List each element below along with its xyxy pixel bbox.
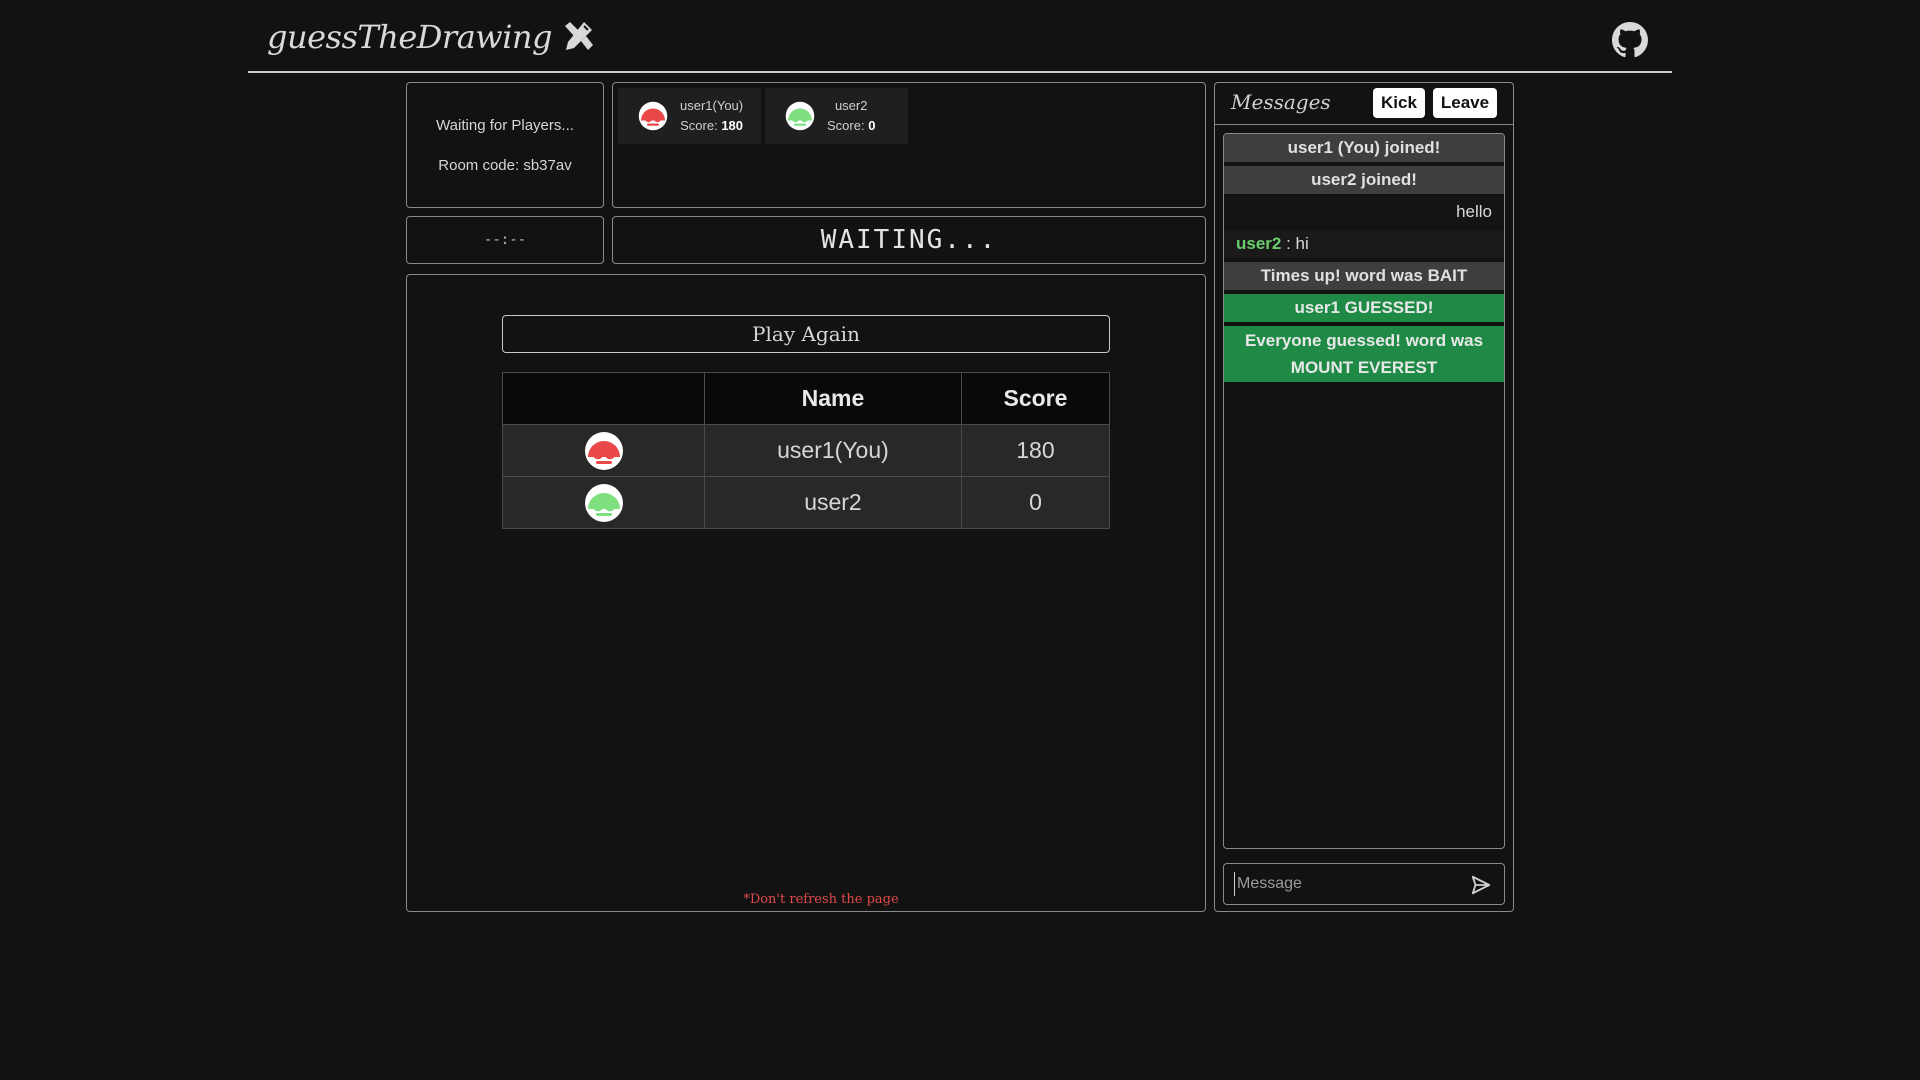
- message-input[interactable]: [1234, 872, 1459, 896]
- message-item: user1 (You) joined!: [1224, 134, 1504, 162]
- kick-button[interactable]: Kick: [1373, 88, 1425, 118]
- player-name: user1(You): [680, 98, 744, 113]
- game-area: Play Again Name Score user1(You) 180 use…: [406, 274, 1206, 912]
- player-score: Score: 0: [827, 118, 876, 133]
- player-score: Score: 180: [680, 118, 744, 133]
- player-chip: user2 Score: 0: [765, 88, 908, 144]
- play-again-button[interactable]: Play Again: [502, 315, 1110, 353]
- message-list[interactable]: user1 (You) joined! user2 joined! hello …: [1223, 133, 1505, 849]
- message-item: hello: [1224, 198, 1504, 226]
- room-code: Room code: sb37av: [438, 157, 572, 174]
- message-username: user2: [1236, 234, 1282, 253]
- table-cell-score: 0: [960, 476, 1111, 529]
- avatar-icon: [584, 483, 623, 522]
- brand-title: guessTheDrawing: [267, 18, 553, 56]
- scoreboard-table: Name Score user1(You) 180 user2 0: [502, 372, 1111, 529]
- table-header-row: Name Score: [502, 372, 1111, 425]
- messages-header: Messages Kick Leave: [1215, 83, 1513, 125]
- table-cell-avatar: [502, 424, 705, 477]
- table-header-score: Score: [960, 372, 1111, 425]
- message-item: Everyone guessed! word was MOUNT EVEREST: [1224, 326, 1504, 382]
- messages-panel: Messages Kick Leave user1 (You) joined! …: [1214, 82, 1514, 912]
- message-text: hi: [1295, 234, 1309, 253]
- table-header-avatar: [502, 372, 705, 425]
- message-separator: :: [1281, 234, 1296, 253]
- room-status-panel: Waiting for Players... Room code: sb37av: [406, 82, 604, 208]
- messages-title: Messages: [1231, 90, 1331, 114]
- timer: --:--: [406, 216, 604, 264]
- message-item: user2 joined!: [1224, 166, 1504, 194]
- brand[interactable]: guessTheDrawing: [267, 18, 594, 56]
- message-item: Times up! word was BAIT: [1224, 262, 1504, 290]
- players-panel: user1(You) Score: 180 user2 Score: 0: [612, 82, 1206, 208]
- message-item: user2 : hi: [1224, 230, 1504, 258]
- table-header-name: Name: [704, 372, 962, 425]
- message-composer: [1223, 863, 1505, 905]
- leave-button[interactable]: Leave: [1433, 88, 1497, 118]
- refresh-warning: *Don't refresh the page: [743, 892, 899, 907]
- table-cell-avatar: [502, 476, 705, 529]
- table-cell-name: user2: [704, 476, 962, 529]
- player-info: user2 Score: 0: [827, 96, 875, 136]
- player-chip: user1(You) Score: 180: [618, 88, 761, 144]
- player-info: user1(You) Score: 180: [680, 96, 743, 136]
- avatar-icon: [785, 101, 815, 131]
- github-icon[interactable]: [1612, 22, 1648, 58]
- message-item: user1 GUESSED!: [1224, 294, 1504, 322]
- table-row: user1(You) 180: [502, 424, 1111, 477]
- word-display: WAITING...: [612, 216, 1206, 264]
- table-cell-score: 180: [960, 424, 1111, 477]
- table-row: user2 0: [502, 476, 1111, 529]
- avatar-icon: [584, 431, 623, 470]
- player-name: user2: [834, 98, 868, 113]
- waiting-status: Waiting for Players...: [436, 117, 574, 134]
- table-cell-name: user1(You): [704, 424, 962, 477]
- avatar-icon: [638, 101, 668, 131]
- pencil-ruler-icon: [565, 22, 594, 50]
- top-bar: guessTheDrawing: [248, 0, 1672, 73]
- send-icon[interactable]: [1470, 874, 1492, 896]
